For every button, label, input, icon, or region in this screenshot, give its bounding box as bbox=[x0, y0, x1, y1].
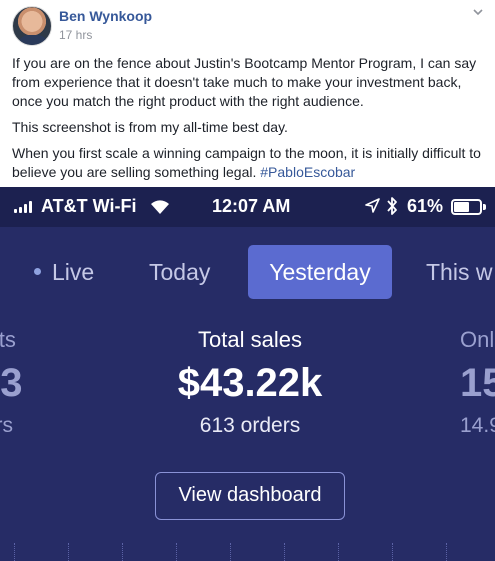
view-dashboard-button[interactable]: View dashboard bbox=[155, 472, 345, 520]
battery-level-fill bbox=[454, 202, 469, 212]
facebook-post: Ben Wynkoop 17 hrs If you are on the fen… bbox=[0, 0, 495, 187]
stat-value: 13 bbox=[0, 361, 23, 405]
tab-label: This w bbox=[426, 259, 493, 285]
stat-label: Total sales bbox=[198, 327, 302, 352]
chevron-down-icon[interactable] bbox=[473, 8, 483, 16]
tab-today[interactable]: Today bbox=[149, 245, 210, 299]
bluetooth-icon bbox=[386, 196, 398, 221]
tab-label: Yesterday bbox=[269, 259, 371, 285]
author-name[interactable]: Ben Wynkoop bbox=[59, 8, 152, 24]
stat-sub: 613 orders bbox=[199, 414, 301, 437]
battery-percent: 61% bbox=[407, 196, 444, 216]
signal-icon bbox=[14, 201, 32, 213]
tab-live[interactable]: Live bbox=[34, 245, 94, 299]
battery-tip bbox=[483, 204, 486, 210]
online-stat: Onl 15 14.9 bbox=[460, 327, 495, 439]
post-body: If you are on the fence about Justin's B… bbox=[12, 54, 488, 189]
post-paragraph: If you are on the fence about Justin's B… bbox=[12, 55, 477, 109]
wifi-icon bbox=[149, 198, 171, 220]
stat-sub: 14.9 bbox=[460, 414, 495, 437]
tab-yesterday[interactable]: Yesterday bbox=[248, 245, 392, 299]
stat-value: 15 bbox=[460, 361, 495, 405]
hashtag-link[interactable]: #PabloEscobar bbox=[260, 164, 355, 180]
visits-stat: isits 13 tors bbox=[0, 327, 48, 439]
tab-label: Live bbox=[52, 259, 95, 285]
status-bar: AT&T Wi-Fi 12:07 AM 61% bbox=[0, 187, 495, 227]
stat-sub: tors bbox=[0, 414, 14, 437]
status-time: 12:07 AM bbox=[212, 196, 291, 216]
author-avatar[interactable] bbox=[12, 6, 52, 46]
chart-gridlines bbox=[0, 543, 495, 561]
post-timestamp[interactable]: 17 hrs bbox=[59, 28, 92, 42]
stat-label: Onl bbox=[460, 327, 495, 352]
period-tabs: Live Today Yesterday This w bbox=[0, 245, 495, 299]
location-arrow-icon bbox=[365, 198, 380, 218]
battery-icon bbox=[451, 199, 482, 215]
carrier-name: AT&T Wi-Fi bbox=[41, 196, 137, 216]
stat-value: $43.22k bbox=[177, 361, 323, 405]
post-paragraph-text: When you first scale a winning campaign … bbox=[12, 145, 481, 180]
tab-this-week[interactable]: This w bbox=[426, 245, 492, 299]
live-dot-icon bbox=[34, 268, 41, 276]
phone-screenshot: AT&T Wi-Fi 12:07 AM 61% Live Today Yeste… bbox=[0, 187, 495, 561]
total-sales-stat: Total sales $43.22k 613 orders bbox=[120, 327, 380, 439]
stat-label: isits bbox=[0, 327, 16, 352]
post-paragraph: This screenshot is from my all-time best… bbox=[12, 119, 288, 135]
tab-label: Today bbox=[149, 259, 211, 285]
post-paragraph: When you first scale a winning campaign … bbox=[12, 144, 488, 182]
